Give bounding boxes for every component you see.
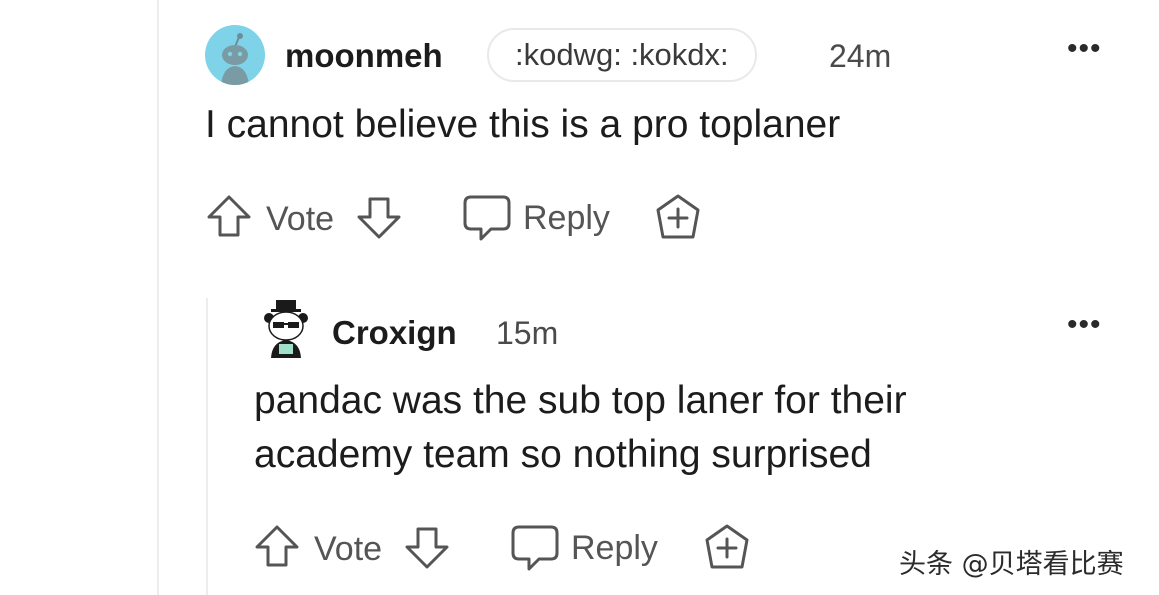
upvote-button[interactable] bbox=[205, 193, 253, 241]
watermark: 头条 @贝塔看比赛 bbox=[899, 549, 1124, 580]
downvote-button[interactable] bbox=[355, 193, 403, 241]
reply-thread-line[interactable] bbox=[206, 298, 208, 595]
speech-bubble-icon bbox=[511, 525, 559, 571]
arrow-up-outline-icon bbox=[207, 195, 251, 237]
avatar[interactable] bbox=[257, 298, 315, 360]
reply-button[interactable]: Reply bbox=[509, 523, 658, 573]
comment-timestamp[interactable]: 24m bbox=[829, 40, 891, 72]
avatar[interactable] bbox=[205, 25, 265, 85]
more-options-icon[interactable]: ••• bbox=[1067, 310, 1102, 340]
award-button[interactable] bbox=[702, 523, 752, 573]
comment-body: I cannot believe this is a pro toplaner bbox=[205, 103, 841, 146]
upvote-button[interactable] bbox=[253, 523, 301, 571]
vote-label: Vote bbox=[266, 200, 335, 238]
award-plus-icon bbox=[705, 524, 749, 569]
arrow-down-outline-icon bbox=[357, 197, 401, 239]
vote-label: Vote bbox=[314, 530, 383, 568]
comment-timestamp[interactable]: 15m bbox=[496, 317, 558, 349]
more-options-icon[interactable]: ••• bbox=[1067, 34, 1102, 64]
award-button[interactable] bbox=[653, 193, 703, 243]
panda-avatar-icon bbox=[264, 300, 308, 358]
reply-button[interactable]: Reply bbox=[461, 193, 610, 243]
comment-body-line: academy team so nothing surprised bbox=[254, 433, 872, 476]
reply-label: Reply bbox=[523, 199, 610, 237]
award-plus-icon bbox=[656, 194, 700, 239]
arrow-up-outline-icon bbox=[255, 525, 299, 567]
user-flair: :kodwg: :kokdx: bbox=[487, 28, 757, 82]
speech-bubble-icon bbox=[463, 195, 511, 241]
thread-line[interactable] bbox=[157, 0, 159, 595]
arrow-down-outline-icon bbox=[405, 527, 449, 569]
comment-body-line: pandac was the sub top laner for their bbox=[254, 379, 907, 422]
comment-username[interactable]: Croxign bbox=[332, 316, 457, 349]
comment-username[interactable]: moonmeh bbox=[285, 39, 443, 72]
reply-label: Reply bbox=[571, 529, 658, 567]
downvote-button[interactable] bbox=[403, 523, 451, 571]
snoo-avatar-icon bbox=[221, 33, 249, 85]
